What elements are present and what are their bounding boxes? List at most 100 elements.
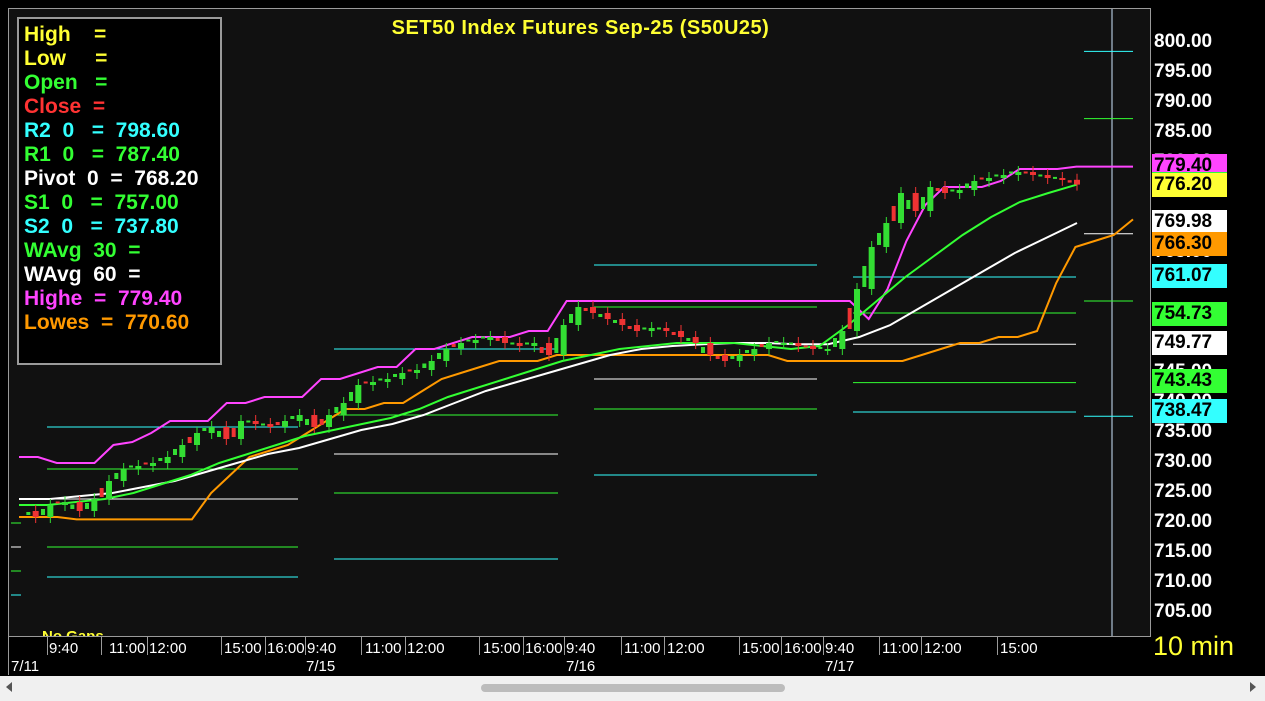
legend-row: Pivot 0 = 768.20	[24, 167, 220, 191]
candle-body	[604, 313, 611, 319]
candle-body	[634, 325, 640, 331]
candle-body	[971, 181, 978, 190]
price-tick-label: 715.00	[1154, 541, 1213, 562]
candle-body	[774, 341, 779, 343]
candle-body	[296, 415, 303, 421]
candle-body	[598, 314, 603, 317]
candle-body	[994, 174, 999, 177]
candle-body	[1015, 172, 1022, 175]
candle-body	[839, 331, 846, 349]
candle-body	[546, 343, 552, 355]
legend-value: 798.60	[103, 119, 180, 142]
candle-body	[76, 502, 83, 511]
candle-body	[789, 342, 793, 345]
candle-body	[627, 326, 632, 329]
candle-body	[194, 433, 200, 445]
candle-body	[451, 344, 456, 347]
legend-row: Open =	[24, 71, 220, 95]
candle-body	[619, 319, 626, 325]
candle-body	[422, 363, 427, 368]
legend-label: S1 0 =	[24, 191, 103, 214]
candle-body	[47, 505, 54, 517]
time-tick-label: 16:00	[784, 640, 822, 657]
candle-body	[443, 349, 450, 361]
time-tick-mark	[101, 637, 102, 655]
candle-body	[751, 349, 758, 355]
candle-body	[766, 343, 772, 349]
scroll-thumb[interactable]	[481, 684, 785, 692]
candle-body	[217, 431, 221, 437]
legend-value: 770.60	[113, 311, 190, 334]
candle-body	[956, 190, 963, 193]
candle-body	[715, 356, 720, 359]
legend-label: Pivot 0 =	[24, 167, 123, 190]
candle-body	[759, 344, 764, 347]
scroll-right-icon[interactable]	[1250, 682, 1256, 692]
candle-body	[187, 437, 192, 443]
candle-body	[179, 445, 186, 457]
time-tick-mark	[265, 637, 266, 655]
candle-body	[1059, 178, 1066, 180]
candle-body	[590, 307, 596, 313]
time-tick-label: 9:40	[566, 640, 596, 657]
legend-label: Low =	[24, 47, 108, 70]
candle-body	[246, 420, 251, 423]
candle-body	[267, 424, 274, 427]
horizontal-scrollbar[interactable]	[0, 676, 1265, 701]
time-tick-label: 15:00	[483, 640, 521, 657]
price-marker-label: 766.30	[1152, 232, 1227, 257]
time-tick-mark	[305, 637, 306, 655]
legend-value: 779.40	[106, 287, 183, 310]
price-tick-label: 725.00	[1154, 481, 1213, 502]
legend-value: 757.00	[102, 191, 179, 214]
time-tick-label: 16:00	[525, 640, 563, 657]
candle-body	[363, 381, 368, 384]
legend-row: R2 0 = 798.60	[24, 119, 220, 143]
legend-row: R1 0 = 787.40	[24, 143, 220, 167]
time-tick-mark	[621, 637, 622, 655]
candle-body	[481, 336, 485, 339]
time-axis[interactable]: 9:40 11:00 12:00 15:00 16:00 9:40 11:00 12:00 15…	[8, 637, 1151, 675]
scroll-left-icon[interactable]	[6, 682, 12, 692]
legend-value: 787.40	[103, 143, 180, 166]
candle-body	[393, 374, 397, 377]
candle-body	[32, 511, 39, 517]
candle-body	[223, 427, 230, 439]
candle-body	[657, 327, 661, 330]
candle-body	[575, 307, 582, 325]
candle-body	[516, 343, 523, 346]
candle-body	[355, 385, 362, 403]
time-tick-mark	[147, 637, 148, 655]
candle-body	[642, 327, 647, 330]
candle-body	[164, 457, 171, 463]
candle-body	[173, 449, 177, 455]
chart-plot-area[interactable]: SET50 Index Futures Sep-25 (S50U25) High…	[8, 8, 1151, 637]
candle-body	[862, 266, 867, 287]
candle-body	[569, 314, 573, 323]
indicator-legend[interactable]: High = Low = Open = Close = R2 0 = 798.60 R1 …	[17, 17, 222, 365]
price-tick-label: 785.00	[1154, 121, 1213, 142]
time-tick-label: 11:00	[109, 640, 146, 657]
candle-body	[85, 503, 89, 509]
time-tick-mark	[739, 637, 740, 655]
candle-body	[722, 355, 728, 361]
legend-label: High =	[24, 23, 107, 46]
time-tick-mark	[523, 637, 524, 655]
candle-body	[986, 178, 992, 181]
date-tick-label: 7/15	[306, 658, 336, 675]
candle-body	[150, 463, 156, 466]
candle-body	[1044, 175, 1051, 178]
candle-body	[252, 421, 259, 424]
candle-body	[510, 342, 515, 345]
price-tick-label: 730.00	[1154, 451, 1213, 472]
candle-body	[114, 473, 119, 479]
interval-label[interactable]: 10 min	[1153, 631, 1234, 662]
candle-body	[261, 423, 265, 426]
candle-body	[135, 466, 142, 469]
time-tick-label: 11:00	[365, 640, 402, 657]
date-tick-label: 7/16	[566, 658, 596, 675]
candle-body	[979, 177, 984, 180]
legend-row: WAvg 30 =	[24, 239, 220, 263]
price-axis[interactable]: 800.00795.00790.00785.00780.00775.00770.…	[1151, 8, 1257, 637]
candle-body	[120, 469, 127, 481]
